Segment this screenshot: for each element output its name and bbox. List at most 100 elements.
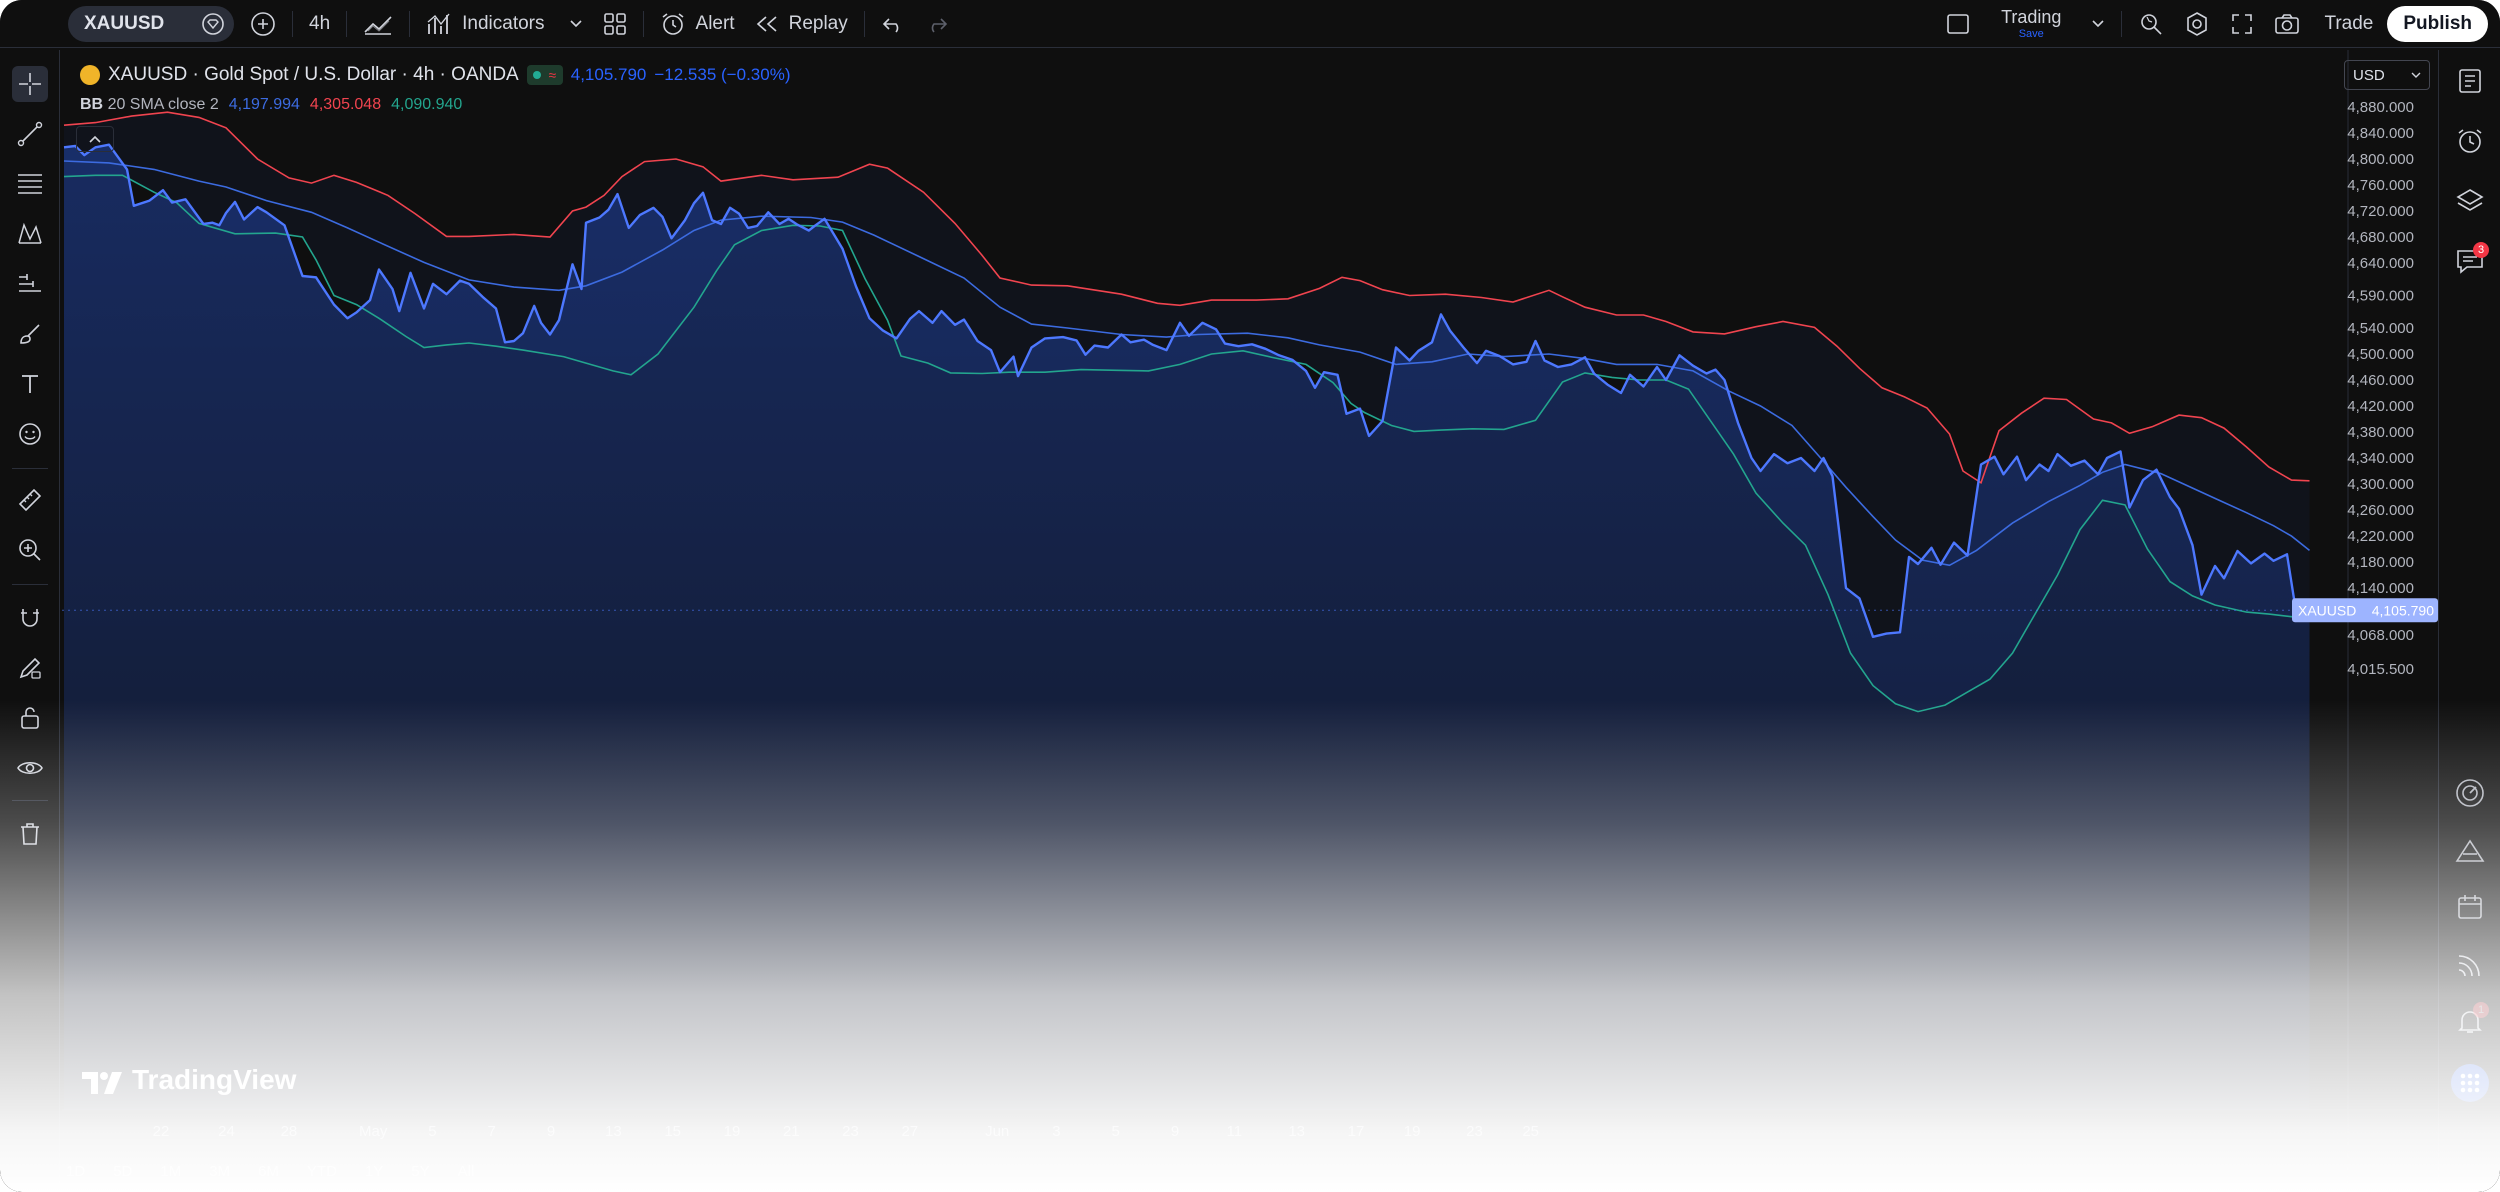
price-tick-label: 4,760.000 <box>2347 177 2414 194</box>
camera-icon <box>2274 12 2300 36</box>
trading-panel-button[interactable] <box>2451 774 2489 812</box>
lock-drawings[interactable] <box>12 700 48 736</box>
time-tick-label: 9 <box>1171 1123 1179 1140</box>
projection-icon <box>16 271 44 297</box>
snapshot-button[interactable] <box>2264 6 2310 42</box>
quick-search-button[interactable] <box>2128 6 2174 42</box>
ruler-icon <box>17 487 43 513</box>
range-button[interactable]: YTD <box>303 1161 341 1182</box>
fib-tool[interactable] <box>12 166 48 202</box>
compare-button[interactable] <box>240 6 286 42</box>
price-tick-label: 4,380.000 <box>2347 424 2414 441</box>
chart-pane[interactable]: 4,880.000 4,840.000 4,800.000 4,760.000 4,72… <box>62 50 2438 1192</box>
products-button[interactable] <box>2451 1064 2489 1102</box>
redo-button[interactable] <box>915 6 959 42</box>
time-tick-label: 5 <box>428 1123 436 1140</box>
indicators-button[interactable]: Indicators <box>416 6 592 42</box>
replay-button[interactable]: Replay <box>745 6 858 42</box>
layout-menu-button[interactable] <box>2081 6 2115 42</box>
gear-icon <box>2184 11 2210 37</box>
hide-drawings[interactable] <box>12 750 48 786</box>
notifications-button[interactable]: 1 <box>2451 1002 2489 1040</box>
range-button[interactable]: 3M <box>205 1161 234 1182</box>
ideas-button[interactable] <box>2451 832 2489 870</box>
templates-button[interactable] <box>593 6 637 42</box>
ideas-icon <box>2454 837 2486 865</box>
measure-tool[interactable] <box>12 482 48 518</box>
legend-collapse-button[interactable] <box>76 126 114 152</box>
trend-line-tool[interactable] <box>12 116 48 152</box>
interval-button[interactable]: 4h <box>299 6 340 42</box>
price-chart[interactable]: 4,880.000 4,840.000 4,800.000 4,760.000 4,72… <box>62 50 2438 1192</box>
range-button[interactable]: 5D <box>109 1161 136 1182</box>
settings-button[interactable] <box>2174 6 2220 42</box>
price-tick-label: 4,300.000 <box>2347 476 2414 493</box>
market-open-icon <box>533 71 542 79</box>
magnet-tool[interactable] <box>12 600 48 636</box>
fullscreen-button[interactable] <box>2220 6 2264 42</box>
layout-name[interactable]: Trading Save <box>2001 8 2061 40</box>
undo-button[interactable] <box>871 6 915 42</box>
fullscreen-icon <box>2230 12 2254 36</box>
apps-grid-icon <box>2450 1063 2490 1103</box>
alert-button[interactable]: Alert <box>650 6 745 42</box>
time-tick-label: 19 <box>724 1123 741 1140</box>
text-tool[interactable] <box>12 366 48 402</box>
bb-upper-value: 4,305.048 <box>309 96 382 113</box>
publish-button[interactable]: Publish <box>2387 6 2488 42</box>
chart-type-button[interactable] <box>353 6 403 42</box>
eye-icon <box>16 757 44 779</box>
range-button[interactable]: 1M <box>156 1161 185 1182</box>
object-tree-button[interactable] <box>2451 182 2489 220</box>
symbol-title[interactable]: XAUUSD · Gold Spot / U.S. Dollar · 4h · … <box>108 64 519 86</box>
pattern-tool[interactable] <box>12 216 48 252</box>
crosshair-tool[interactable] <box>12 66 48 102</box>
fib-retracement-icon <box>16 171 44 197</box>
price-tick-label: 4,015.500 <box>2347 661 2414 678</box>
magnet-icon <box>17 605 43 631</box>
emoji-tool[interactable] <box>12 416 48 452</box>
stay-in-drawing-mode[interactable] <box>12 650 48 686</box>
brush-tool[interactable] <box>12 316 48 352</box>
trade-button[interactable]: Trade <box>2310 6 2387 42</box>
indicator-params: 20 SMA close 2 <box>107 96 219 113</box>
remove-drawings[interactable] <box>12 816 48 852</box>
news-button[interactable] <box>2451 946 2489 984</box>
range-button[interactable]: 1D <box>62 1161 89 1182</box>
bollinger-legend[interactable]: BB 20 SMA close 2 4,197.994 4,305.048 4,… <box>80 96 462 114</box>
chevron-down-icon[interactable] <box>569 19 583 29</box>
gold-coin-icon <box>80 65 100 85</box>
price-tick-label: 4,500.000 <box>2347 346 2414 363</box>
widget-bar: 3 1 <box>2438 50 2500 1192</box>
price-tick-label: 4,880.000 <box>2347 99 2414 116</box>
calendar-button[interactable] <box>2451 888 2489 926</box>
price-axis-symbol: XAUUSD <box>2298 602 2356 618</box>
watchlist-button[interactable] <box>2451 62 2489 100</box>
layout-select-button[interactable] <box>1935 6 1981 42</box>
range-button[interactable]: 1Y <box>361 1161 387 1182</box>
price-tick-label: 4,068.000 <box>2347 627 2414 644</box>
date-range-bar: 1D 5D 1M 3M 6M YTD 1Y 5Y All <box>62 1156 478 1186</box>
app-window: XAUUSD 4h Indicators Alert Replay Tradin… <box>0 0 2500 1192</box>
time-tick-label: 23 <box>1466 1123 1483 1140</box>
watermark-text: TradingView <box>132 1064 297 1095</box>
price-tick-label: 4,340.000 <box>2347 450 2414 467</box>
range-button[interactable]: 5Y <box>407 1161 433 1182</box>
indicators-label: Indicators <box>462 12 545 34</box>
area-chart-icon <box>363 12 393 36</box>
alerts-panel-button[interactable] <box>2451 122 2489 160</box>
last-price: 4,105.790 <box>570 65 647 84</box>
price-change: −12.535 (−0.30%) <box>654 65 791 84</box>
indicator-short-name: BB <box>80 96 104 113</box>
zoom-tool[interactable] <box>12 532 48 568</box>
symbol-search[interactable]: XAUUSD <box>68 5 234 42</box>
currency-select[interactable]: USD <box>2344 60 2430 90</box>
layout-save-status: Save <box>2018 28 2044 40</box>
chats-button[interactable]: 3 <box>2451 242 2489 280</box>
range-button[interactable]: All <box>454 1161 479 1182</box>
price-tick-label: 4,640.000 <box>2347 255 2414 272</box>
square-icon <box>1945 11 1971 37</box>
forecast-tool[interactable] <box>12 266 48 302</box>
range-button[interactable]: 6M <box>254 1161 283 1182</box>
bb-basis-value: 4,197.994 <box>228 96 300 113</box>
